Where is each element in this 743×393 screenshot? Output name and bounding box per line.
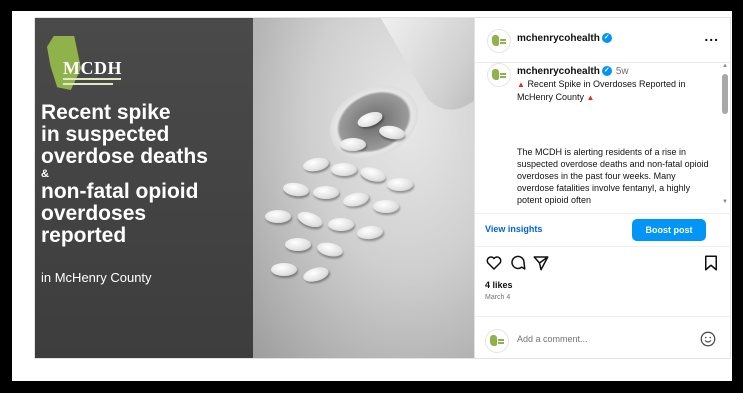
post-date: March 4 xyxy=(485,294,511,301)
pill xyxy=(331,163,357,176)
scroll-down-icon[interactable]: ▼ xyxy=(722,199,728,205)
pill xyxy=(313,186,339,199)
mcdh-logo: MCDH xyxy=(47,36,123,94)
flame-icon: ▲ xyxy=(517,80,525,89)
boost-post-button[interactable]: Boost post xyxy=(632,219,706,241)
pill xyxy=(271,263,297,276)
post-side-panel: mchenrycohealth ✓ ... mchenrycohealth ✓ 5w … xyxy=(474,18,731,358)
pill xyxy=(340,138,366,151)
pill xyxy=(265,210,291,223)
headline-line: non-fatal opioid xyxy=(41,180,199,203)
flame-icon: ▲ xyxy=(586,93,595,102)
pill xyxy=(285,238,311,251)
action-bar xyxy=(475,250,731,280)
comment-icon[interactable] xyxy=(509,254,527,272)
avatar[interactable] xyxy=(487,63,511,87)
headline-line: in suspected xyxy=(41,123,170,146)
pill xyxy=(373,200,399,213)
emoji-icon[interactable] xyxy=(699,330,717,348)
headline-line: reported xyxy=(41,224,127,247)
comment-input[interactable] xyxy=(517,330,677,348)
headline-line: Recent spike xyxy=(41,101,171,124)
more-options-icon[interactable]: ... xyxy=(704,28,719,44)
bookmark-icon[interactable] xyxy=(702,254,720,272)
avatar[interactable] xyxy=(487,29,511,53)
share-icon[interactable] xyxy=(532,254,550,272)
logo-text: MCDH xyxy=(63,58,122,78)
image-location: in McHenry County xyxy=(41,270,152,285)
insights-bar: View insights Boost post xyxy=(475,213,731,247)
likes-count[interactable]: 4 likes xyxy=(485,280,513,290)
page-background: MCDH Recent spike in suspected overdose … xyxy=(12,11,732,381)
caption-body: The MCDH is alerting residents of a rise… xyxy=(517,147,709,205)
avatar xyxy=(485,329,509,353)
pill xyxy=(328,218,354,231)
view-insights-link[interactable]: View insights xyxy=(485,224,542,234)
instagram-post: MCDH Recent spike in suspected overdose … xyxy=(34,17,731,359)
image-headline: Recent spike in suspected overdose death… xyxy=(41,102,256,247)
caption-scrollbar[interactable]: ▲ ▼ xyxy=(721,63,729,210)
verified-icon: ✓ xyxy=(601,33,612,44)
caption-area: mchenrycohealth ✓ 5w ▲ Recent Spike in Ove… xyxy=(475,63,721,208)
heart-icon[interactable] xyxy=(485,254,503,272)
post-header: mchenrycohealth ✓ ... xyxy=(475,18,731,63)
verified-icon: ✓ xyxy=(601,66,612,77)
scroll-up-icon[interactable]: ▲ xyxy=(722,63,728,69)
header-username[interactable]: mchenrycohealth ✓ xyxy=(517,33,612,44)
post-timestamp: 5w xyxy=(615,66,629,77)
post-image[interactable]: MCDH Recent spike in suspected overdose … xyxy=(35,18,474,358)
headline-line: overdoses xyxy=(41,202,147,225)
logo-subline xyxy=(63,83,113,85)
caption-title: ▲ Recent Spike in Overdoses Reported in … xyxy=(517,79,686,102)
comment-bar xyxy=(475,316,731,359)
headline-line: overdose deaths xyxy=(41,145,208,168)
caption-username[interactable]: mchenrycohealth ✓ 5w xyxy=(517,66,629,77)
logo-subline xyxy=(63,78,121,80)
scrollbar-thumb[interactable] xyxy=(722,74,728,114)
pill xyxy=(387,178,413,191)
